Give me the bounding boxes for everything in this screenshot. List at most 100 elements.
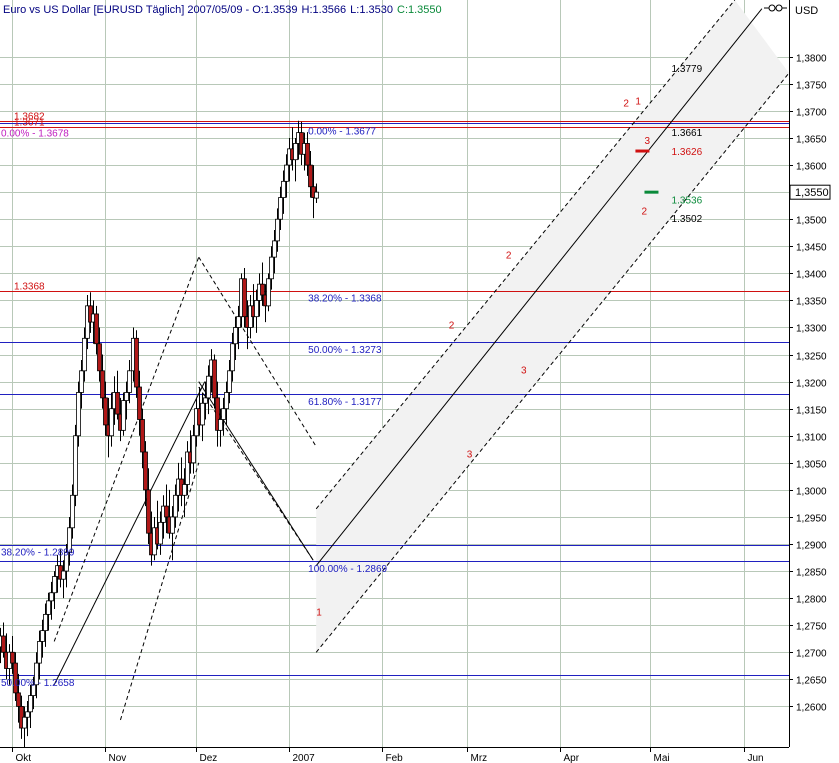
candle-body [293,143,298,161]
candle-body [127,370,132,393]
candle-body [22,716,27,729]
level-label: 1.3368 [14,282,45,293]
candle-body [218,419,223,431]
candle-body [191,435,196,464]
fib-level-label: 100.00% - 1.2869 [308,564,387,575]
time-tick-label: Feb [386,753,404,763]
candle-body [254,300,259,318]
candle-body [242,278,247,318]
wave-count-label: 1 [316,607,322,618]
wave-count-label: 3 [467,449,473,460]
currency-label: USD [795,5,818,17]
time-tick-label: Okt [16,753,32,763]
candle-body [37,641,42,664]
fib-level-label: 0.00% - 1.3678 [1,129,69,140]
time-tick-label: 2007 [293,753,316,763]
candle-body [182,484,187,496]
candle-body [224,392,229,410]
candle-body [137,386,142,420]
price-tick-label: 1,3050 [796,460,827,471]
candle-body [275,218,280,242]
candle-body [76,392,81,437]
price-level-label: 1.3661 [672,128,703,139]
candle-body [203,397,208,404]
candle-body [143,451,148,491]
time-axis-ticks: Okt Nov Dez 2007 Feb Mrz Apr Mai Jun [12,747,764,763]
candle-body [73,435,78,496]
eurusd-candlestick-chart: 1.36821.36711.3368 0.00% - 1.367738.20% … [0,0,831,763]
candle-body [103,397,108,426]
candle-body [1,635,6,653]
time-tick-label: Nov [109,753,127,763]
title-high: H:1.3566 [302,4,347,16]
candle-body [260,283,265,296]
wave-count-label: 3 [644,136,650,147]
price-tick-label: 1,3250 [796,352,827,363]
candle-body [230,343,235,372]
price-tick-label: 1,3700 [796,108,827,119]
candle-body [52,576,57,594]
title-open: O:1.3539 [252,4,297,16]
wave-count-label: 1 [635,96,641,107]
price-tick-label: 1,2850 [796,568,827,579]
price-tick-label: 1,2800 [796,595,827,606]
candle-body [82,337,87,372]
time-tick-label: Jun [748,753,764,763]
price-tick-label: 1,2700 [796,649,827,660]
candle-body [158,521,163,545]
candle-body [115,392,120,415]
price-tick-label: 1,3200 [796,379,827,390]
wave-count-label: 2 [449,321,455,332]
price-tick-label: 1,3450 [796,243,827,254]
price-level-label: 1.3502 [672,214,703,225]
candle-body [79,370,84,393]
price-tick-label: 1,3800 [796,54,827,65]
fib-level-label: 0.00% - 1.3677 [308,126,376,137]
candle-body [272,240,277,258]
candle-body [173,494,178,518]
candle-body [146,489,151,534]
candle-body [206,375,211,399]
price-level-label: 1.3779 [672,64,703,75]
candle-body [100,370,105,399]
price-tick-label: 1,3300 [796,324,827,335]
price-tick-label: 1,3750 [796,81,827,92]
candle-body [308,164,313,188]
candle-body [305,143,310,166]
candle-body [269,256,274,280]
candle-body [221,408,226,420]
fib-level-label: 50.00% - 1.3273 [308,345,382,356]
price-level-label: 1.3536 [672,196,703,207]
candle-body [170,516,175,534]
price-tick-label: 1,3350 [796,297,827,308]
price-tick-label: 1,2900 [796,541,827,552]
candle-body [233,327,238,345]
fib-level-label: 61.80% - 1.3177 [308,397,382,408]
price-tick-label: 1,2600 [796,703,827,714]
candle-body [200,402,205,426]
price-tick-label: 1,3400 [796,270,827,281]
current-price-text: 1,3550 [795,187,829,199]
time-tick-label: Apr [564,753,580,763]
wave-count-label: 2 [623,99,629,110]
wave-count-label: 2 [506,251,512,262]
level-label: 1.3671 [14,118,45,129]
title-low: L:1.3530 [350,4,393,16]
price-tick-label: 1,2950 [796,514,827,525]
candle-body [164,505,169,518]
candle-body [134,337,139,388]
wave-count-label: 3 [521,366,527,377]
candle-body [281,180,286,198]
candle-body [49,592,54,602]
price-tick-label: 1,2750 [796,622,827,633]
price-tick-label: 1,3600 [796,162,827,173]
time-tick-label: Mai [654,753,670,763]
candle-body [97,343,102,372]
candle-body [40,630,45,642]
candle-body [121,400,126,431]
candle-body [212,359,217,399]
candle-body [109,408,114,437]
fib-level-label: 38.20% - 1.2899 [1,548,75,559]
price-axis-ticks: 1,3800 1,3750 1,3700 1,3650 1,3600 1,3550 1,35… [789,54,827,714]
chart-title: Euro vs US Dollar [EURUSD Täglich] 2007/… [3,4,442,16]
